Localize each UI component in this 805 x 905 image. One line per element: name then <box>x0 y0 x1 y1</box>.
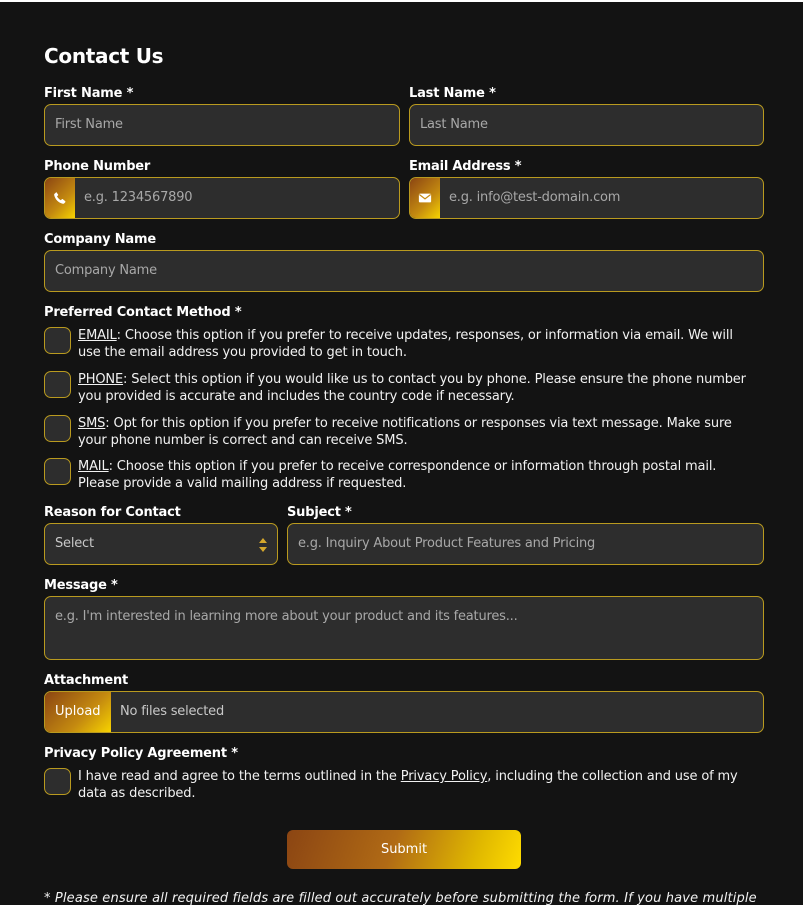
subject-placeholder: e.g. Inquiry About Product Features and … <box>298 536 596 551</box>
subject-field[interactable]: e.g. Inquiry About Product Features and … <box>287 523 764 565</box>
upload-button[interactable]: Upload <box>45 692 111 732</box>
phone-field[interactable]: e.g. 1234567890 <box>44 177 400 219</box>
mail-option-description: : Choose this option if you prefer to re… <box>78 459 717 491</box>
sms-option-description: : Opt for this option if you prefer to r… <box>78 416 732 448</box>
last-name-field[interactable]: Last Name <box>409 104 764 146</box>
email-option-checkbox[interactable] <box>44 327 71 354</box>
email-option-text: EMAIL: Choose this option if you prefer … <box>78 327 758 361</box>
subject-label: Subject * <box>287 505 352 520</box>
privacy-policy-link[interactable]: Privacy Policy <box>401 769 488 784</box>
phone-option-description: : Select this option if you would like u… <box>78 372 746 404</box>
envelope-icon <box>410 178 440 218</box>
privacy-checkbox[interactable] <box>44 768 71 795</box>
email-option-description: : Choose this option if you prefer to re… <box>78 328 733 360</box>
page-title: Contact Us <box>44 44 164 68</box>
mail-option-checkbox[interactable] <box>44 458 71 485</box>
reason-label: Reason for Contact <box>44 505 181 520</box>
sms-option-name: SMS <box>78 416 106 431</box>
attachment-field: Upload No files selected <box>44 691 764 733</box>
last-name-label: Last Name * <box>409 86 496 101</box>
company-label: Company Name <box>44 232 156 247</box>
email-option-name: EMAIL <box>78 328 117 343</box>
phone-label: Phone Number <box>44 159 151 174</box>
company-field[interactable]: Company Name <box>44 250 764 292</box>
first-name-placeholder: First Name <box>55 117 123 132</box>
sms-option-text: SMS: Opt for this option if you prefer t… <box>78 415 758 449</box>
reason-select[interactable]: Select <box>44 523 278 565</box>
mail-option-text: MAIL: Choose this option if you prefer t… <box>78 458 758 492</box>
contact-form-panel: Contact Us First Name * First Name Last … <box>0 2 803 905</box>
attachment-label: Attachment <box>44 673 129 688</box>
privacy-label: Privacy Policy Agreement * <box>44 746 238 761</box>
phone-icon <box>45 178 75 218</box>
company-placeholder: Company Name <box>55 263 157 278</box>
contact-method-label: Preferred Contact Method * <box>44 305 242 320</box>
last-name-placeholder: Last Name <box>420 117 488 132</box>
message-textarea[interactable]: e.g. I'm interested in learning more abo… <box>44 596 764 660</box>
sms-option-checkbox[interactable] <box>44 415 71 442</box>
email-label: Email Address * <box>409 159 522 174</box>
privacy-text-before: I have read and agree to the terms outli… <box>78 769 401 784</box>
submit-button[interactable]: Submit <box>287 830 521 869</box>
reason-select-value: Select <box>55 536 94 551</box>
mail-option-name: MAIL <box>78 459 109 474</box>
message-label: Message * <box>44 578 118 593</box>
first-name-field[interactable]: First Name <box>44 104 400 146</box>
required-fields-note: * Please ensure all required fields are … <box>44 891 757 905</box>
message-placeholder: e.g. I'm interested in learning more abo… <box>55 609 518 624</box>
privacy-text: I have read and agree to the terms outli… <box>78 768 748 802</box>
phone-option-checkbox[interactable] <box>44 371 71 398</box>
email-placeholder: e.g. info@test-domain.com <box>449 190 621 205</box>
first-name-label: First Name * <box>44 86 134 101</box>
phone-placeholder: e.g. 1234567890 <box>84 190 193 205</box>
attachment-status: No files selected <box>120 704 224 719</box>
email-field[interactable]: e.g. info@test-domain.com <box>409 177 764 219</box>
select-arrows-icon <box>259 538 267 552</box>
phone-option-text: PHONE: Select this option if you would l… <box>78 371 758 405</box>
phone-option-name: PHONE <box>78 372 124 387</box>
